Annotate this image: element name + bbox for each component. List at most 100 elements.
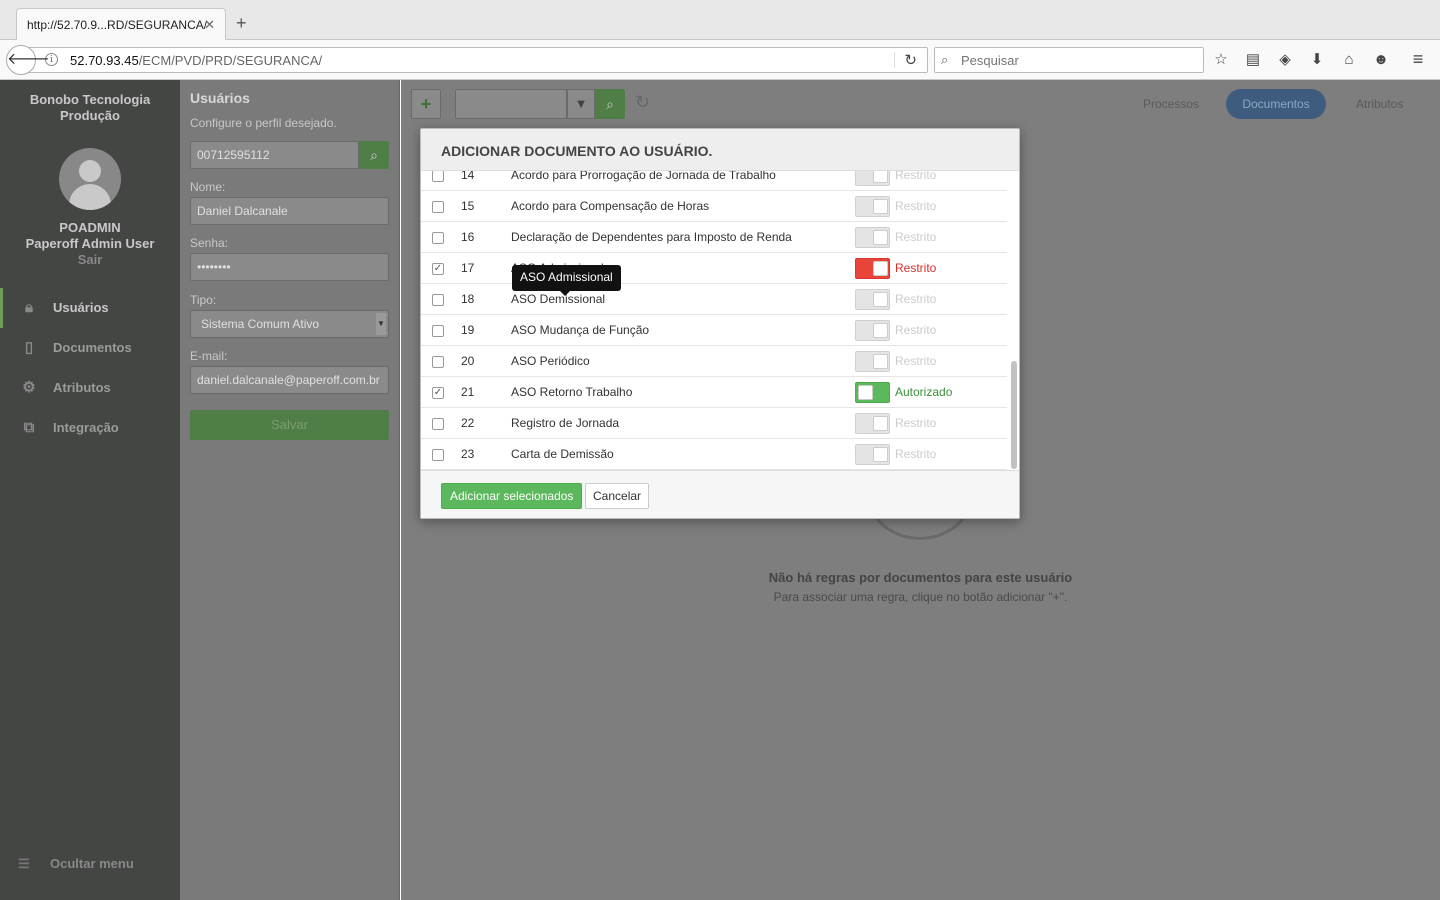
toggle-knob: [873, 416, 888, 431]
tooltip-arrow: [560, 291, 570, 296]
tab-documentos[interactable]: Documentos: [1226, 89, 1326, 119]
permission-toggle[interactable]: [855, 413, 890, 434]
star-icon[interactable]: ☆: [1210, 49, 1232, 71]
list-icon: ☰: [18, 856, 30, 871]
browser-tab[interactable]: http://52.70.9...RD/SEGURANCA/ ✕: [16, 8, 226, 40]
row-checkbox[interactable]: [432, 232, 444, 244]
row-checkbox[interactable]: [432, 449, 444, 461]
add-selected-button[interactable]: Adicionar selecionados: [441, 483, 583, 509]
permission-toggle[interactable]: [855, 196, 890, 217]
permission-toggle[interactable]: [855, 227, 890, 248]
permission-toggle[interactable]: [855, 289, 890, 310]
reading-list-icon[interactable]: ▤: [1242, 49, 1264, 71]
cancel-button[interactable]: Cancelar: [585, 483, 650, 509]
browser-search-bar[interactable]: ⌕: [934, 47, 1204, 73]
password-input[interactable]: ••••••••: [190, 253, 389, 281]
add-rule-button[interactable]: +: [411, 89, 441, 119]
sidebar-item-label: Integração: [53, 420, 119, 435]
email-input[interactable]: daniel.dalcanale@paperoff.com.br: [190, 366, 389, 394]
row-checkbox[interactable]: [432, 201, 444, 213]
user-block: POADMIN Paperoff Admin User Sair: [0, 220, 180, 268]
rule-search-input[interactable]: [455, 89, 567, 119]
reload-icon[interactable]: ↻: [904, 51, 917, 69]
permission-toggle[interactable]: [855, 382, 890, 403]
user-name: Paperoff Admin User: [25, 236, 155, 251]
permission-toggle[interactable]: [855, 258, 890, 279]
url-bar[interactable]: i 52.70.93.45/ECM/PVD/PRD/SEGURANCA/ ↻: [22, 47, 928, 73]
hide-menu-button[interactable]: ☰ Ocultar menu: [0, 852, 180, 876]
row-number: 19: [461, 323, 475, 337]
table-row[interactable]: 19 ASO Mudança de Função Restrito: [421, 315, 1007, 346]
tab-processos[interactable]: Processos: [1127, 89, 1215, 119]
new-tab-icon[interactable]: +: [236, 14, 247, 32]
pocket-icon[interactable]: ◈: [1274, 49, 1296, 71]
table-row[interactable]: 15 Acordo para Compensação de Horas Restri…: [421, 191, 1007, 222]
name-input[interactable]: Daniel Dalcanale: [190, 197, 389, 225]
browser-search-input[interactable]: [961, 51, 1191, 69]
row-checkbox[interactable]: [432, 418, 444, 430]
table-row[interactable]: ✓ 21 ASO Retorno Trabalho Autorizado: [421, 377, 1007, 408]
permission-toggle[interactable]: [855, 320, 890, 341]
row-checkbox[interactable]: [432, 171, 444, 182]
home-icon[interactable]: ⌂: [1338, 49, 1360, 71]
toggle-knob: [858, 385, 873, 400]
save-button[interactable]: Salvar: [190, 410, 389, 440]
scrollbar[interactable]: [1011, 361, 1017, 469]
row-document-name: Declaração de Dependentes para Imposto d…: [511, 230, 792, 244]
sidebar-item-atributos[interactable]: ⚙ Atributos: [0, 368, 180, 408]
lock-icon: 🔒︎: [25, 299, 33, 316]
sidebar-item-usuarios[interactable]: 🔒︎ Usuários: [0, 288, 180, 328]
row-checkbox[interactable]: [432, 356, 444, 368]
row-checkbox[interactable]: ✓: [432, 263, 444, 275]
toggle-knob: [873, 292, 888, 307]
permission-toggle[interactable]: [855, 444, 890, 465]
hamburger-menu-icon[interactable]: ≡: [1406, 49, 1430, 71]
tab-close-icon[interactable]: ✕: [204, 17, 215, 33]
cpf-input[interactable]: 00712595112: [190, 141, 359, 169]
logout-link[interactable]: Sair: [0, 252, 180, 268]
download-icon[interactable]: ⬇: [1306, 49, 1328, 71]
back-button[interactable]: 🡐: [6, 45, 50, 75]
row-number: 21: [461, 385, 475, 399]
password-label: Senha:: [190, 236, 229, 250]
row-checkbox[interactable]: ✓: [432, 387, 444, 399]
table-row[interactable]: 18 ASO Demissional Restrito: [421, 284, 1007, 315]
row-checkbox[interactable]: [432, 294, 444, 306]
table-row[interactable]: 20 ASO Periódico Restrito: [421, 346, 1007, 377]
permission-status: Restrito: [895, 354, 937, 368]
page-subtitle: Configure o perfil desejado.: [190, 116, 337, 130]
avatar-head: [79, 160, 101, 182]
type-select-value: Sistema Comum Ativo: [201, 317, 320, 331]
row-document-name: ASO Periódico: [511, 354, 590, 368]
document-list[interactable]: 14 Acordo para Prorrogação de Jornada de …: [421, 171, 1019, 471]
type-label: Tipo:: [190, 293, 217, 307]
tooltip: ASO Admissional: [512, 265, 621, 296]
rule-search-button[interactable]: ⌕: [595, 89, 625, 119]
chevron-down-icon[interactable]: ▼: [376, 313, 386, 335]
tab-atributos[interactable]: Atributos: [1340, 89, 1419, 119]
permission-toggle[interactable]: [855, 171, 890, 186]
permission-status: Autorizado: [895, 385, 953, 399]
table-row[interactable]: 22 Registro de Jornada Restrito: [421, 408, 1007, 439]
table-row[interactable]: 16 Declaração de Dependentes para Imposto…: [421, 222, 1007, 253]
type-select[interactable]: Sistema Comum Ativo ▼: [190, 310, 389, 338]
toggle-knob: [873, 230, 888, 245]
table-row[interactable]: 23 Carta de Demissão Restrito: [421, 439, 1007, 470]
smiley-icon[interactable]: ☻: [1370, 49, 1392, 71]
refresh-icon[interactable]: ↻: [635, 92, 650, 113]
filter-icon: ▼: [574, 96, 588, 111]
user-login: POADMIN: [59, 220, 121, 235]
search-icon: ⌕: [941, 52, 949, 67]
sidebar-item-documentos[interactable]: ▯ Documentos: [0, 328, 180, 368]
table-row[interactable]: 14 Acordo para Prorrogação de Jornada de …: [421, 171, 1007, 191]
filter-button[interactable]: ▼: [567, 89, 595, 119]
permission-toggle[interactable]: [855, 351, 890, 372]
row-checkbox[interactable]: [432, 325, 444, 337]
search-user-button[interactable]: ⌕: [359, 141, 389, 169]
hide-menu-label: Ocultar menu: [50, 856, 134, 871]
sidebar-item-integracao[interactable]: ⧉ Integração: [0, 408, 180, 448]
table-row[interactable]: ✓ 17 ASO Admissional Restrito: [421, 253, 1007, 284]
row-document-name: Carta de Demissão: [511, 447, 614, 461]
row-number: 23: [461, 447, 475, 461]
row-number: 15: [461, 199, 475, 213]
